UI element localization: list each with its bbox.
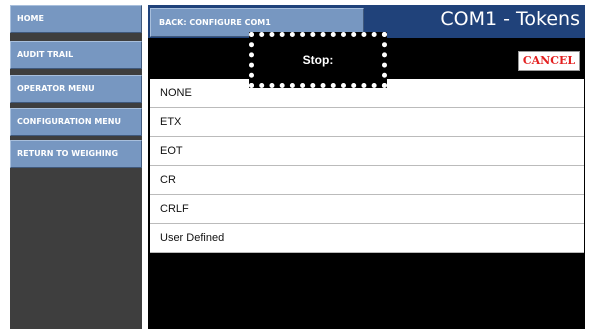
sidebar: HOME AUDIT TRAIL OPERATOR MENU CONFIGURA… — [10, 5, 142, 329]
option-user-defined[interactable]: User Defined — [150, 224, 584, 253]
sidebar-item-configuration-menu[interactable]: CONFIGURATION MENU — [10, 108, 142, 136]
sidebar-item-return-to-weighing[interactable]: RETURN TO WEIGHING — [10, 140, 142, 168]
option-eot[interactable]: EOT — [150, 137, 584, 166]
stop-prompt-label: Stop: — [302, 53, 334, 67]
option-etx[interactable]: ETX — [150, 108, 584, 137]
page-title: COM1 - Tokens — [440, 8, 580, 30]
option-cr[interactable]: CR — [150, 166, 584, 195]
main-panel: BACK: CONFIGURE COM1 COM1 - Tokens CANCE… — [148, 5, 585, 329]
cancel-button[interactable]: CANCEL — [518, 51, 580, 71]
sidebar-item-audit-trail[interactable]: AUDIT TRAIL — [10, 41, 142, 69]
token-options-list: NONE ETX EOT CR CRLF User Defined — [150, 79, 584, 253]
stop-prompt-box: Stop: — [249, 32, 387, 88]
option-crlf[interactable]: CRLF — [150, 195, 584, 224]
sidebar-item-home[interactable]: HOME — [10, 5, 142, 33]
sidebar-item-operator-menu[interactable]: OPERATOR MENU — [10, 75, 142, 103]
